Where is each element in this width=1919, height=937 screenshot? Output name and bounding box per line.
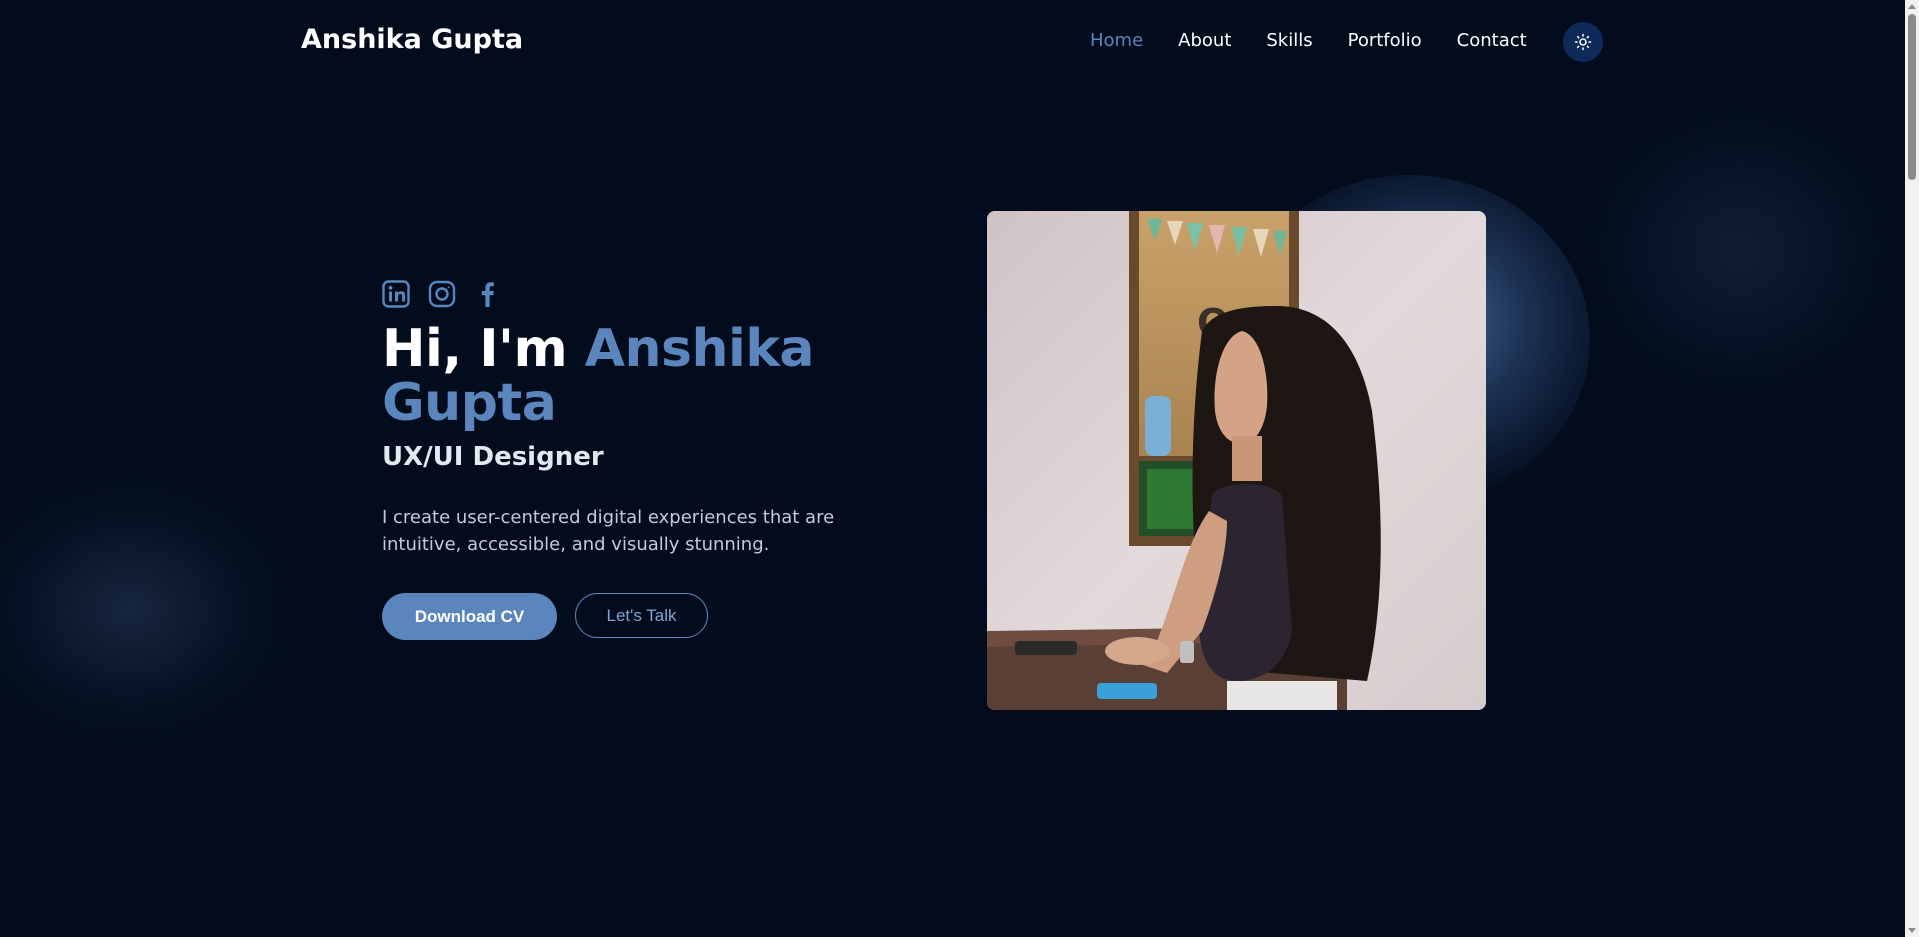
instagram-icon[interactable] (428, 280, 456, 308)
hero-role: UX/UI Designer (382, 442, 604, 472)
profile-photo: O UL (987, 211, 1486, 710)
facebook-icon[interactable] (474, 280, 502, 308)
hero-title-prefix: Hi, I'm (382, 319, 585, 379)
sun-icon (1574, 33, 1592, 51)
social-links (382, 280, 502, 308)
profile-photo-illustration: O UL (987, 211, 1486, 710)
hero-title: Hi, I'm Anshika Gupta (382, 322, 902, 430)
nav-item-skills[interactable]: Skills (1266, 30, 1312, 51)
linkedin-icon[interactable] (382, 280, 410, 308)
hero-description: I create user-centered digital experienc… (382, 507, 835, 555)
download-cv-button[interactable]: Download CV (382, 593, 557, 640)
scrollbar-thumb[interactable] (1908, 14, 1916, 180)
main-nav: Home About Skills Portfolio Contact (1090, 30, 1562, 51)
scroll-up-arrow-icon[interactable] (1908, 4, 1916, 9)
scroll-down-arrow-icon[interactable] (1908, 928, 1916, 933)
page-scrollbar[interactable] (1905, 0, 1919, 937)
background-glow-left (0, 470, 300, 750)
page: Anshika Gupta Home About Skills Portfoli… (0, 0, 1919, 937)
theme-toggle-button[interactable] (1563, 22, 1603, 62)
nav-item-contact[interactable]: Contact (1457, 30, 1527, 51)
background-glow-right (1580, 100, 1900, 400)
nav-item-home[interactable]: Home (1090, 30, 1143, 51)
nav-item-about[interactable]: About (1178, 30, 1231, 51)
lets-talk-button[interactable]: Let's Talk (575, 593, 708, 638)
nav-item-portfolio[interactable]: Portfolio (1348, 30, 1422, 51)
site-header: Anshika Gupta Home About Skills Portfoli… (0, 0, 1905, 84)
site-logo[interactable]: Anshika Gupta (301, 24, 523, 55)
